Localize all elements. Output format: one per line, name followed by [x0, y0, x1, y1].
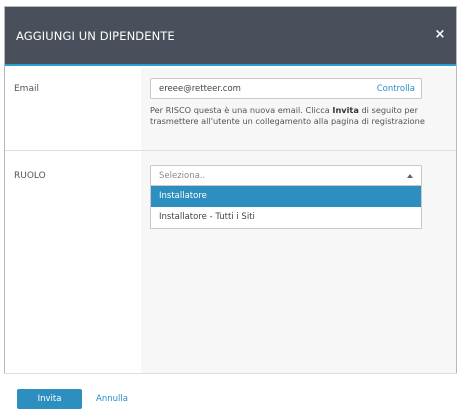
role-label: RUOLO: [14, 171, 46, 181]
dialog-title: AGGIUNGI UN DIPENDENTE: [16, 29, 175, 43]
dialog-header: AGGIUNGI UN DIPENDENTE ×: [5, 7, 456, 66]
role-option-installatore-tutti-i-siti[interactable]: Installatore - Tutti i Siti: [151, 207, 421, 228]
invite-button[interactable]: Invita: [17, 389, 82, 409]
email-label: Email: [14, 84, 39, 94]
verify-email-link[interactable]: Controlla: [377, 84, 415, 94]
email-field[interactable]: ereee@retteer.com Controlla: [150, 78, 422, 99]
role-option-installatore[interactable]: Installatore: [151, 186, 421, 207]
role-select[interactable]: Seleziona..: [150, 165, 422, 186]
cancel-button[interactable]: Annulla: [96, 394, 128, 404]
email-help-text: Per RISCO questa è una nuova email. Clic…: [150, 105, 425, 127]
section-divider: [5, 150, 456, 151]
role-dropdown-list: Installatore Installatore - Tutti i Siti: [150, 186, 422, 229]
role-select-placeholder: Seleziona..: [159, 171, 206, 181]
close-icon[interactable]: ×: [433, 28, 447, 42]
help-text-bold: Invita: [332, 105, 359, 115]
labels-column: [5, 68, 141, 374]
email-value[interactable]: ereee@retteer.com: [159, 84, 241, 94]
chevron-up-icon[interactable]: [407, 174, 413, 178]
dialog-footer: Invita Annulla: [4, 373, 457, 414]
help-text-prefix: Per RISCO questa è una nuova email. Clic…: [150, 105, 333, 115]
